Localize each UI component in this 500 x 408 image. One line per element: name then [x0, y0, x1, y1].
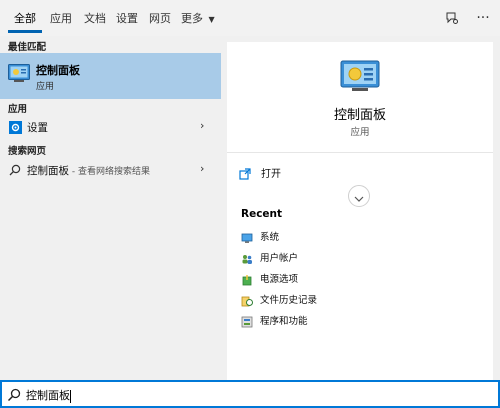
chevron-right-icon[interactable]: › — [200, 162, 204, 175]
recent-heading: Recent — [241, 208, 283, 220]
preview-title: 控制面板 — [333, 108, 386, 123]
recent-item-label: 系统 — [260, 232, 280, 243]
open-label: 打开 — [261, 169, 281, 180]
web-result-title: 控制面板 — [27, 165, 69, 177]
control-panel-icon — [8, 64, 30, 82]
tab-all[interactable]: 全部 — [14, 10, 36, 32]
tab-web[interactable]: 网页 — [149, 10, 171, 32]
search-input-value: 控制面板 — [26, 389, 70, 402]
tab-settings[interactable]: 设置 — [116, 10, 138, 32]
tab-more-label: 更多 — [181, 12, 203, 25]
feedback-icon[interactable] — [443, 9, 461, 27]
power-options-icon — [241, 271, 253, 286]
recent-item-label: 文件历史记录 — [260, 295, 318, 306]
tab-more[interactable]: 更多 ▼ — [181, 10, 215, 32]
tab-documents[interactable]: 文档 — [84, 10, 106, 32]
recent-item-label: 电源选项 — [260, 274, 299, 285]
more-options-icon[interactable]: ··· — [474, 9, 492, 27]
result-item-settings[interactable]: 设置 › — [0, 115, 221, 139]
best-match-heading: 最佳匹配 — [8, 42, 47, 53]
tab-apps[interactable]: 应用 — [50, 10, 72, 32]
gear-icon — [8, 120, 22, 134]
chevron-right-icon[interactable]: › — [200, 119, 204, 132]
results-list: 最佳匹配 控制面板 应用 应用 设置 › 搜索网页 控制面板 - 查看网络搜索结… — [0, 36, 221, 380]
preview-type: 应用 — [350, 127, 370, 138]
programs-icon — [241, 313, 253, 328]
recent-item-label: 用户帐户 — [260, 253, 299, 264]
web-heading: 搜索网页 — [8, 146, 47, 157]
web-result-hint: - 查看网络搜索结果 — [69, 167, 150, 177]
best-match-title: 控制面板 — [36, 64, 80, 77]
apps-heading: 应用 — [8, 104, 28, 115]
divider — [227, 152, 493, 153]
active-tab-indicator — [8, 30, 42, 33]
expand-button[interactable] — [348, 185, 370, 207]
search-icon — [7, 387, 21, 402]
chevron-down-icon — [354, 187, 364, 206]
recent-item-label: 程序和功能 — [260, 316, 308, 327]
text-caret — [70, 389, 71, 403]
user-accounts-icon — [241, 250, 253, 264]
system-icon — [241, 229, 253, 243]
best-match-item[interactable]: 控制面板 应用 — [0, 53, 221, 99]
search-box[interactable]: 控制面板 — [0, 380, 500, 408]
file-history-icon — [241, 292, 253, 307]
preview-pane: 控制面板 应用 打开 Recent 系统 用户帐户 电源选项 文件历史记录 程序… — [227, 42, 493, 380]
search-icon — [8, 163, 22, 177]
result-item-web[interactable]: 控制面板 - 查看网络搜索结果 › — [0, 158, 221, 182]
result-item-label: 控制面板 - 查看网络搜索结果 — [27, 163, 150, 178]
search-scope-tabs: 全部 应用 文档 设置 网页 更多 ▼ ··· — [0, 0, 500, 36]
search-input[interactable]: 控制面板 — [26, 387, 326, 403]
result-item-label: 设置 — [27, 122, 48, 134]
control-panel-icon — [340, 60, 380, 92]
best-match-subtitle: 应用 — [36, 82, 55, 92]
chevron-down-icon: ▼ — [208, 15, 215, 24]
open-icon — [239, 165, 251, 180]
